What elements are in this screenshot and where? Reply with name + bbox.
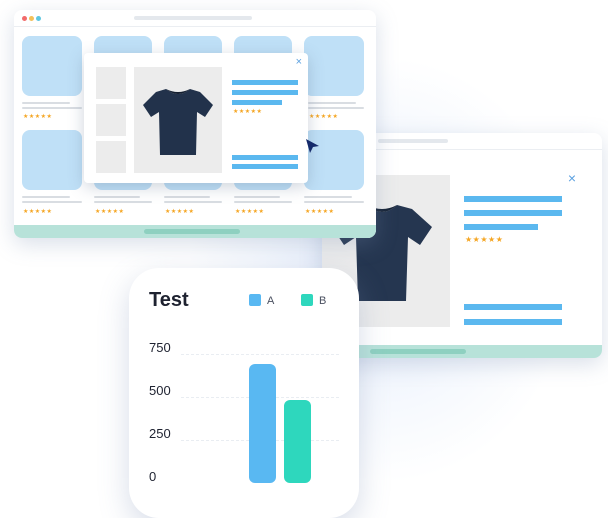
y-tick-label: 0: [149, 469, 157, 484]
add-to-cart-button[interactable]: [464, 304, 562, 310]
bar-series-a[interactable]: [249, 364, 276, 483]
horizontal-scrollbar[interactable]: [144, 229, 240, 234]
buy-now-button[interactable]: [464, 319, 562, 325]
product-thumbnail[interactable]: [96, 141, 126, 173]
product-price-line: [22, 201, 82, 203]
product-thumbnail[interactable]: [96, 67, 126, 99]
rating-stars: ★★★★★: [95, 209, 125, 215]
product-price-line: [22, 107, 82, 109]
modal-text-bar: [232, 100, 282, 105]
rating-stars: ★★★★★: [465, 235, 504, 244]
product-name-line: [22, 196, 70, 198]
product-price-line: [308, 107, 364, 109]
rating-stars: ★★★★★: [305, 209, 335, 215]
close-icon[interactable]: ×: [568, 171, 576, 185]
product-card[interactable]: [22, 36, 82, 96]
modal-title-bar: [232, 80, 298, 85]
rating-stars: ★★★★★: [23, 114, 53, 120]
product-name-line: [22, 102, 70, 104]
rating-stars: ★★★★★: [235, 209, 265, 215]
product-name-line: [304, 196, 352, 198]
product-name-line: [308, 102, 356, 104]
close-icon[interactable]: ×: [296, 57, 302, 68]
chart-title: Test: [149, 289, 189, 311]
product-image: [134, 67, 222, 173]
rating-stars: ★★★★★: [233, 109, 263, 115]
minimize-dot[interactable]: [29, 16, 34, 21]
product-name-line: [94, 196, 140, 198]
detail-text-bar: [464, 224, 538, 230]
product-price-line: [94, 201, 152, 203]
product-card[interactable]: [304, 36, 364, 96]
window-footer: [14, 225, 376, 238]
detail-text-bar: [464, 210, 562, 216]
product-thumbnail[interactable]: [96, 104, 126, 136]
tshirt-icon: [143, 89, 213, 155]
legend-swatch-a: [249, 294, 261, 306]
y-tick-label: 500: [149, 383, 171, 398]
maximize-dot[interactable]: [36, 16, 41, 21]
product-name-line: [234, 196, 280, 198]
modal-text-bar: [232, 90, 298, 95]
detail-title-bar: [464, 196, 562, 202]
bar-series-b[interactable]: [284, 400, 311, 483]
product-card[interactable]: [22, 130, 82, 190]
close-dot[interactable]: [22, 16, 27, 21]
product-price-line: [234, 201, 292, 203]
window-footer: [322, 345, 602, 358]
arrow-cursor-icon: [306, 139, 319, 153]
y-tick-label: 250: [149, 426, 171, 441]
ab-test-chart-card: Test A B 750 500 250 0: [129, 268, 359, 518]
rating-stars: ★★★★★: [165, 209, 195, 215]
rating-stars: ★★★★★: [309, 114, 339, 120]
legend-label-b: B: [319, 295, 327, 307]
product-grid-window: ★★★★★ ★★★★★ ★★★★★ ★★★★★ ★★★★★ ★★★★★ ★★★★…: [14, 10, 376, 238]
window-titlebar: [14, 10, 376, 27]
rating-stars: ★★★★★: [23, 209, 53, 215]
quick-view-modal: × ★★★★★: [84, 53, 308, 183]
legend-swatch-b: [301, 294, 313, 306]
address-bar[interactable]: [134, 16, 252, 20]
y-tick-label: 750: [149, 340, 171, 355]
buy-now-button[interactable]: [232, 164, 298, 169]
horizontal-scrollbar[interactable]: [370, 349, 466, 354]
product-name-line: [164, 196, 210, 198]
add-to-cart-button[interactable]: [232, 155, 298, 160]
product-price-line: [304, 201, 364, 203]
grid-line: [181, 354, 339, 355]
legend-label-a: A: [267, 295, 275, 307]
address-bar[interactable]: [378, 139, 448, 143]
product-price-line: [164, 201, 222, 203]
